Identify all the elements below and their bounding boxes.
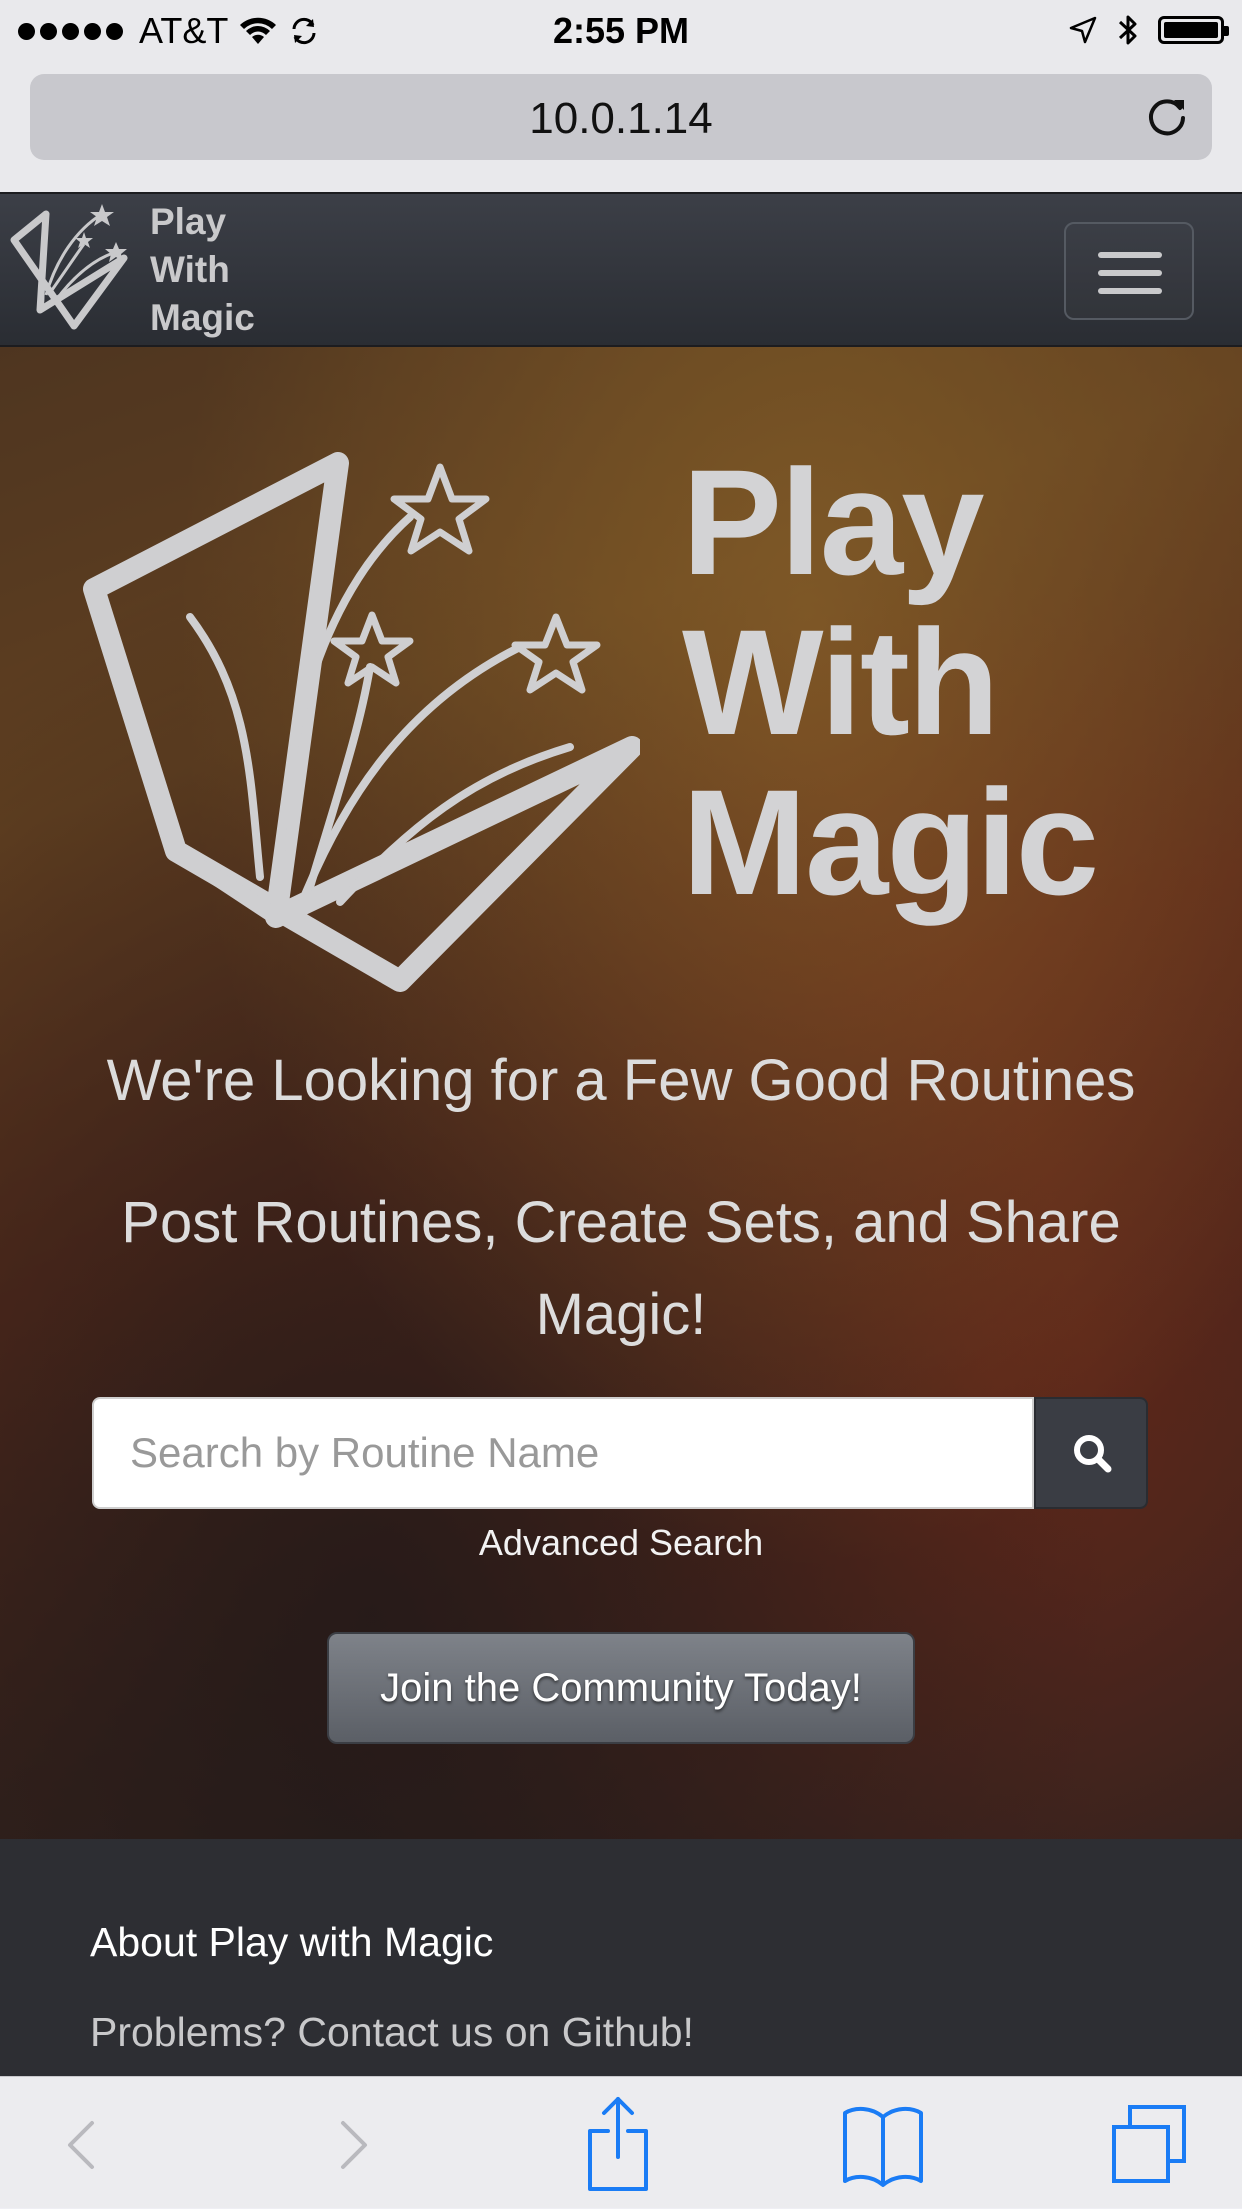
search-input[interactable] — [92, 1397, 1034, 1509]
footer-contact-link[interactable]: Problems? Contact us on Github! — [90, 2009, 694, 2056]
location-arrow-icon — [1069, 16, 1097, 44]
hero-title-line: Magic — [682, 758, 1099, 926]
brand-line: Play — [150, 201, 227, 242]
hamburger-menu-icon[interactable] — [1064, 222, 1194, 320]
navbar-brand[interactable]: Play With Magic — [150, 198, 255, 342]
search-form — [92, 1397, 1148, 1509]
address-bar[interactable]: 10.0.1.14 — [30, 74, 1212, 160]
status-right — [1068, 12, 1229, 48]
forward-icon[interactable] — [303, 2077, 403, 2209]
hero-subtagline: Post Routines, Create Sets, and Share Ma… — [121, 1190, 1121, 1347]
search-icon — [1074, 1435, 1112, 1473]
back-icon[interactable] — [30, 2077, 130, 2209]
hero-title-line: With — [682, 598, 1000, 766]
browser-chrome: 10.0.1.14 — [0, 62, 1242, 192]
status-bar: AT&T 2:55 PM — [0, 0, 1242, 62]
brand-line: With — [150, 249, 230, 290]
hero-title: Play With Magic — [682, 438, 1099, 926]
site-navbar: Play With Magic — [0, 192, 1242, 347]
url-text[interactable]: 10.0.1.14 — [30, 94, 1212, 144]
brand-line: Magic — [150, 297, 255, 338]
status-time: 2:55 PM — [552, 10, 690, 51]
book-stars-logo-icon — [83, 452, 640, 992]
hero-tagline: We're Looking for a Few Good Routines — [106, 1048, 1136, 1113]
reload-icon[interactable] — [1144, 94, 1190, 140]
bluetooth-icon — [1118, 15, 1137, 45]
bookmarks-icon[interactable] — [833, 2077, 933, 2209]
advanced-search-link[interactable]: Advanced Search — [0, 1522, 1242, 1564]
share-icon[interactable] — [568, 2077, 668, 2209]
footer-about-link[interactable]: About Play with Magic — [90, 1919, 493, 1966]
hero-title-line: Play — [682, 438, 985, 606]
book-stars-logo-icon[interactable] — [6, 200, 146, 340]
hero-section: Play With Magic We're Looking for a Few … — [0, 347, 1242, 1839]
join-community-button[interactable]: Join the Community Today! — [327, 1632, 915, 1744]
search-button[interactable] — [1034, 1397, 1148, 1509]
site-footer: About Play with Magic Problems? Contact … — [0, 1839, 1242, 2079]
tabs-icon[interactable] — [1098, 2077, 1198, 2209]
battery-icon — [1158, 16, 1229, 44]
browser-toolbar — [0, 2076, 1242, 2208]
